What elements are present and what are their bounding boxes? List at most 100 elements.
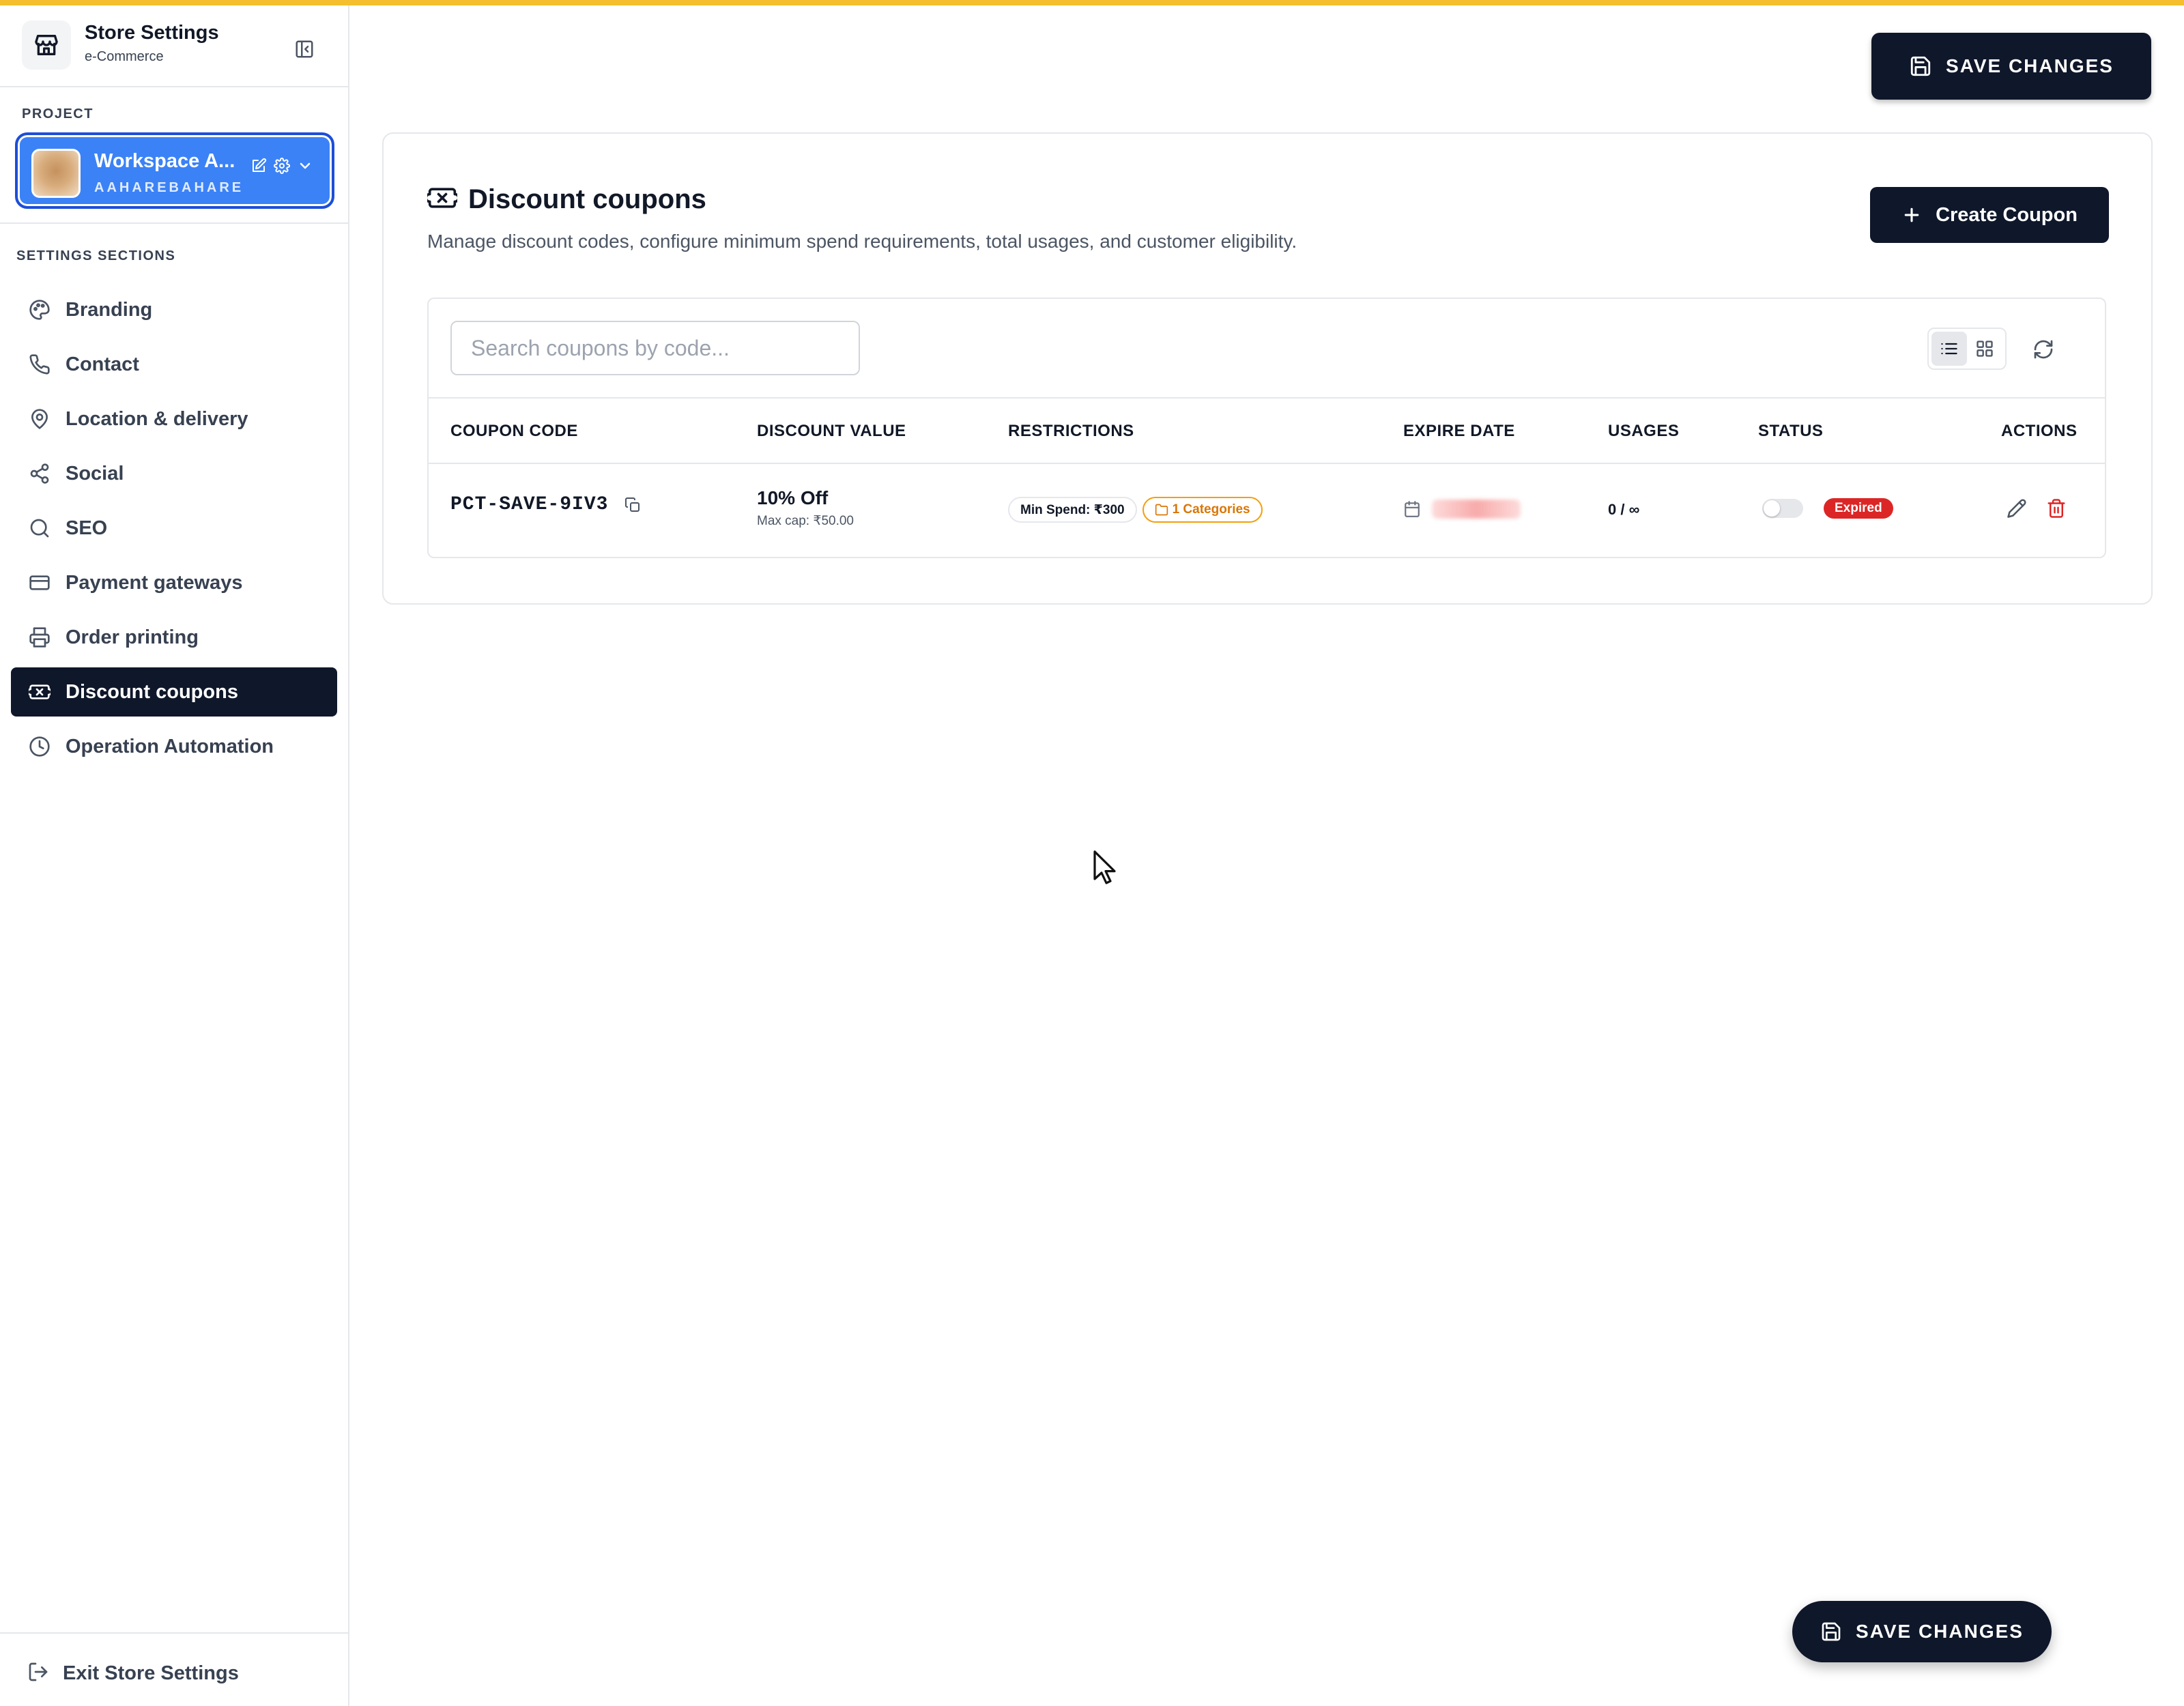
settings-sections-label: SETTINGS SECTIONS	[16, 248, 176, 263]
usages-value: 0 / ∞	[1608, 501, 1640, 518]
project-name: Workspace A...	[94, 150, 235, 172]
table-row: PCT-SAVE-9IV3 10% Off Max cap: ₹50.00 Mi…	[429, 464, 2105, 557]
save-changes-button[interactable]: SAVE CHANGES	[1871, 33, 2151, 100]
phone-icon	[27, 352, 52, 377]
save-icon	[1822, 1622, 1841, 1641]
chevron-down-icon[interactable]	[295, 156, 315, 176]
discount-value: 10% Off	[757, 487, 829, 508]
search-input[interactable]	[450, 321, 860, 375]
sidebar-item-branding[interactable]: Branding	[11, 285, 337, 334]
column-header: USAGES	[1608, 422, 1680, 440]
sidebar-collapse-icon[interactable]	[292, 37, 317, 61]
table-header: COUPON CODE DISCOUNT VALUE RESTRICTIONS …	[429, 397, 2105, 464]
create-coupon-label: Create Coupon	[1936, 203, 2078, 226]
column-header: RESTRICTIONS	[1008, 422, 1134, 440]
project-avatar	[31, 149, 81, 198]
status-cell: Expired	[1762, 498, 1893, 519]
refresh-icon	[2034, 340, 2053, 359]
coupon-code: PCT-SAVE-9IV3	[450, 494, 609, 515]
column-header: STATUS	[1758, 422, 1824, 440]
ticket-icon	[425, 183, 460, 216]
save-label: SAVE CHANGES	[1856, 1621, 2024, 1642]
project-label: PROJECT	[22, 106, 94, 121]
store-subtitle: e-Commerce	[85, 49, 164, 64]
grid-view-button[interactable]	[1967, 332, 2002, 366]
column-header: DISCOUNT VALUE	[757, 422, 906, 440]
sidebar-item-label: Contact	[66, 353, 139, 375]
sidebar-item-operation-automation[interactable]: Operation Automation	[11, 722, 337, 771]
clock-icon	[27, 734, 52, 759]
min-spend-chip: Min Spend: ₹300	[1008, 497, 1137, 523]
sidebar: Store Settings e-Commerce PROJECT Worksp…	[0, 5, 349, 1706]
credit-card-icon	[27, 570, 52, 595]
sidebar-item-label: Order printing	[66, 626, 199, 648]
status-toggle[interactable]	[1762, 499, 1803, 518]
expire-date-redacted	[1432, 500, 1521, 519]
discount-value-cell: 10% Off Max cap: ₹50.00	[757, 487, 854, 529]
sidebar-item-label: SEO	[66, 517, 108, 539]
sidebar-item-label: Operation Automation	[66, 735, 274, 757]
ticket-icon	[27, 680, 52, 704]
max-cap: Max cap: ₹50.00	[757, 514, 854, 528]
discount-coupons-card: Discount coupons Manage discount codes, …	[382, 132, 2153, 605]
categories-chip[interactable]: 1 Categories	[1142, 497, 1263, 523]
folder-icon	[1155, 504, 1168, 516]
project-slug: AAHAREBAHARE	[94, 180, 244, 195]
plus-icon	[1904, 207, 1919, 222]
expire-date-cell	[1403, 500, 1521, 519]
view-toggle	[1927, 328, 2007, 370]
status-badge: Expired	[1824, 498, 1893, 519]
save-label: SAVE CHANGES	[1946, 55, 2114, 76]
sidebar-item-location-delivery[interactable]: Location & delivery	[11, 394, 337, 444]
coupon-code-cell: PCT-SAVE-9IV3	[450, 494, 641, 515]
coupons-table: COUPON CODE DISCOUNT VALUE RESTRICTIONS …	[427, 298, 2106, 558]
calendar-icon	[1405, 501, 1420, 517]
sidebar-item-discount-coupons[interactable]: Discount coupons	[11, 667, 337, 717]
list-icon	[1941, 343, 1957, 355]
sidebar-divider	[0, 222, 348, 224]
save-icon	[1910, 56, 1931, 76]
settings-nav: Branding Contact Location & delivery Soc…	[11, 285, 337, 777]
categories-label: 1 Categories	[1172, 502, 1250, 517]
sidebar-item-label: Branding	[66, 298, 153, 321]
column-header: ACTIONS	[2001, 422, 2078, 440]
sidebar-item-order-printing[interactable]: Order printing	[11, 613, 337, 662]
create-coupon-button[interactable]: Create Coupon	[1870, 187, 2109, 243]
store-title: Store Settings	[85, 22, 219, 44]
sidebar-item-payment-gateways[interactable]: Payment gateways	[11, 558, 337, 607]
column-header: COUPON CODE	[450, 422, 578, 440]
mouse-cursor-icon	[1092, 849, 1119, 887]
printer-icon	[27, 625, 52, 650]
sidebar-item-seo[interactable]: SEO	[11, 504, 337, 553]
sidebar-footer: Exit Store Settings	[0, 1632, 348, 1706]
project-selector[interactable]: Workspace A... AAHAREBAHARE	[15, 132, 334, 209]
list-view-button[interactable]	[1931, 332, 1967, 366]
card-header: Discount coupons	[425, 183, 706, 216]
sidebar-item-contact[interactable]: Contact	[11, 340, 337, 389]
actions-cell	[2007, 498, 2067, 519]
sidebar-item-label: Discount coupons	[66, 680, 238, 703]
sidebar-header: Store Settings e-Commerce	[0, 5, 348, 87]
share-icon	[27, 461, 52, 486]
exit-store-settings-button[interactable]: Exit Store Settings	[27, 1661, 239, 1686]
refresh-button[interactable]	[2030, 336, 2057, 363]
sidebar-item-label: Payment gateways	[66, 571, 243, 594]
edit-icon[interactable]	[248, 156, 269, 176]
page-title: Discount coupons	[468, 184, 706, 214]
grid-icon	[1977, 341, 1993, 357]
top-accent-bar	[0, 0, 2184, 5]
edit-icon[interactable]	[2007, 498, 2027, 519]
column-header: EXPIRE DATE	[1403, 422, 1515, 440]
store-icon	[22, 20, 71, 70]
search-icon	[27, 516, 52, 540]
sidebar-item-social[interactable]: Social	[11, 449, 337, 498]
logout-icon	[27, 1661, 49, 1686]
map-pin-icon	[27, 407, 52, 431]
gear-icon[interactable]	[272, 156, 292, 176]
palette-icon	[27, 298, 52, 322]
trash-icon[interactable]	[2046, 498, 2067, 519]
exit-label: Exit Store Settings	[63, 1662, 239, 1684]
copy-icon[interactable]	[624, 497, 641, 513]
floating-save-changes-button[interactable]: SAVE CHANGES	[1792, 1601, 2052, 1662]
restrictions-cell: Min Spend: ₹300 1 Categories	[1008, 497, 1263, 523]
